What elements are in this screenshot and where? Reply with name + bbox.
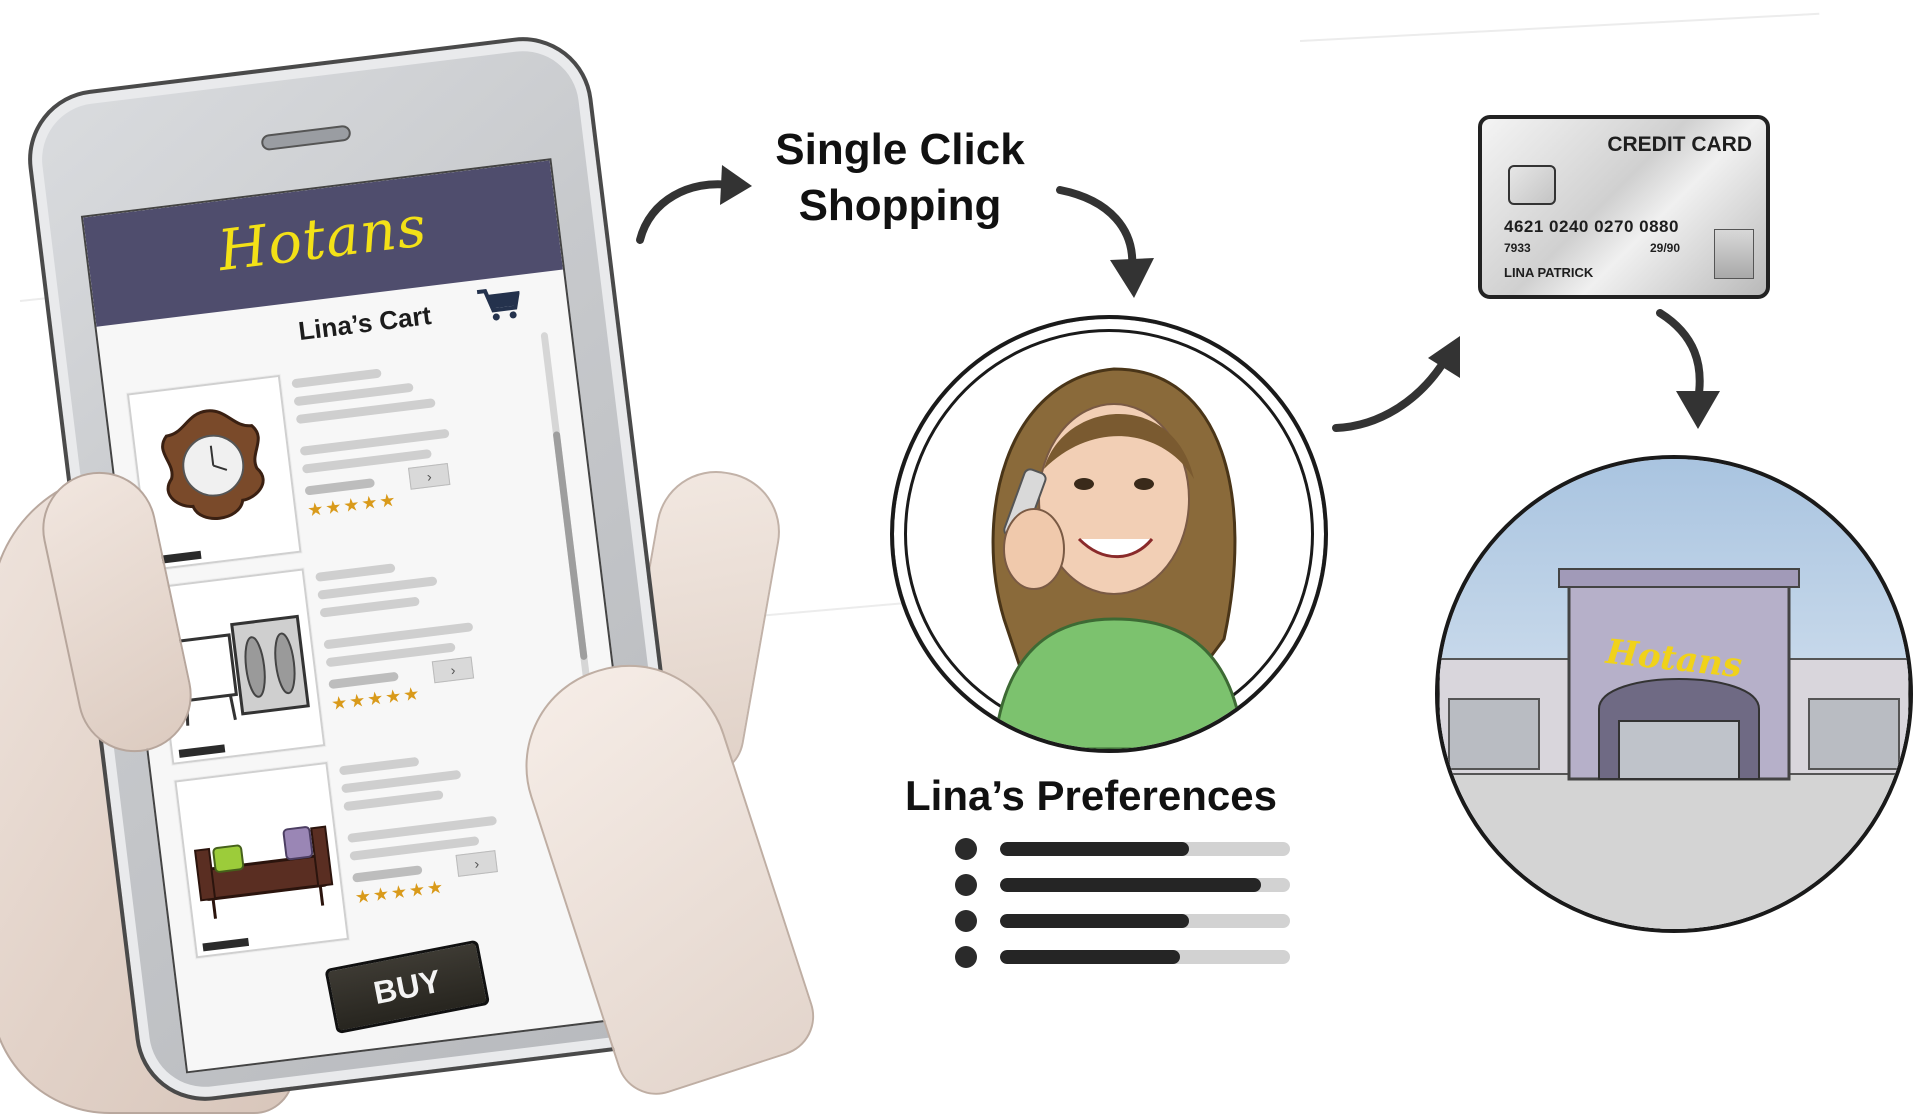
card-network-logo-icon (1714, 229, 1754, 279)
preference-bar (1000, 878, 1290, 892)
rating-stars: ★★★★★ (329, 683, 423, 714)
card-chip-icon (1508, 165, 1556, 205)
placeholder-line (317, 576, 438, 600)
preference-bullet (955, 910, 977, 932)
flow-title: Single Click Shopping (770, 122, 1030, 234)
preference-bar (1000, 950, 1290, 964)
flow-title-line: Shopping (798, 181, 1002, 230)
preference-bullet (955, 874, 977, 896)
item-arrow-button[interactable]: › (431, 656, 475, 684)
preference-bar (1000, 914, 1290, 928)
woman-on-phone-illustration (991, 367, 1246, 749)
sketch-streak (1299, 12, 1820, 42)
placeholder-line (341, 769, 462, 794)
placeholder-line (338, 756, 420, 776)
preferences-list (955, 838, 1295, 978)
preferences-title: Lina’s Preferences (905, 772, 1277, 819)
preference-bullet (955, 946, 977, 968)
placeholder-line (343, 790, 444, 812)
item-arrow-button[interactable]: › (408, 463, 451, 490)
flow-title-line: Single Click (775, 125, 1025, 174)
flow-arrow-icon (1056, 186, 1154, 298)
flow-arrow-icon (1656, 309, 1720, 429)
bench-image (193, 825, 334, 919)
preference-level (1000, 842, 1189, 856)
credit-card: CREDIT CARD 4621 0240 0270 0880 7933 29/… (1478, 115, 1770, 299)
app-brand-logo: Hotans (214, 194, 431, 285)
card-holder: LINA PATRICK (1504, 265, 1594, 280)
preference-bullet (955, 838, 977, 860)
preference-level (1000, 878, 1261, 892)
cart-title: Lina’s Cart (296, 300, 433, 347)
flow-arrow-icon (1332, 336, 1460, 432)
card-code: 7933 (1504, 241, 1531, 255)
preference-level (1000, 950, 1180, 964)
rating-stars: ★★★★★ (306, 489, 399, 521)
buy-button[interactable]: BUY (324, 939, 491, 1035)
card-number: 4621 0240 0270 0880 (1504, 217, 1679, 236)
store-circle: Hotans (1435, 455, 1913, 933)
shopping-cart-icon[interactable] (475, 283, 523, 324)
customer-portrait-circle (890, 315, 1328, 753)
placeholder-line (291, 368, 382, 389)
card-label: CREDIT CARD (1607, 133, 1752, 156)
item-arrow-button[interactable]: › (455, 850, 498, 877)
product-thumbnail[interactable] (174, 761, 350, 959)
flow-arrow-icon (636, 165, 752, 244)
phone-speaker (260, 124, 352, 152)
placeholder-line (319, 596, 420, 618)
card-expiry: 29/90 (1650, 241, 1681, 255)
placeholder-line (315, 563, 396, 582)
preference-bar (1000, 842, 1290, 856)
preference-level (1000, 914, 1189, 928)
rating-stars: ★★★★★ (353, 876, 447, 908)
